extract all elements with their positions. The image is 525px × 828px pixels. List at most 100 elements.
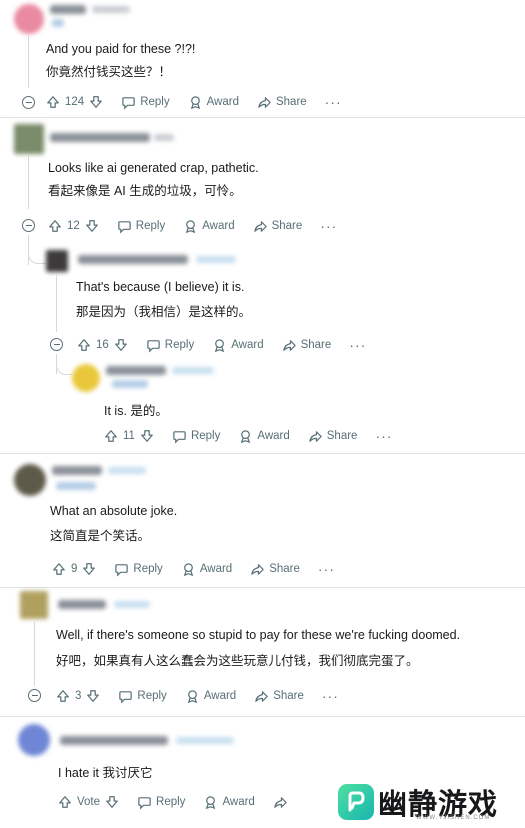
share-button[interactable] [273, 795, 288, 810]
avatar[interactable] [72, 364, 100, 392]
reply-button[interactable]: Reply [118, 689, 167, 704]
thread-connector [28, 238, 46, 264]
flair-blurred [112, 380, 148, 388]
more-options-button[interactable]: ··· [375, 428, 392, 444]
downvote-icon[interactable] [82, 562, 96, 576]
reply-button[interactable]: Reply [172, 429, 220, 444]
watermark-url: WWW.YJISREN.COM [416, 815, 491, 821]
username-blurred[interactable] [106, 366, 166, 375]
award-button[interactable]: Award [238, 429, 290, 444]
more-options-button[interactable]: ··· [349, 337, 366, 353]
share-icon [309, 430, 322, 442]
comment-text-zh: 你竟然付钱买这些？！ [46, 65, 172, 79]
vote-count: 3 [75, 690, 82, 702]
share-icon [282, 339, 296, 351]
collapse-thread-button[interactable] [22, 96, 35, 109]
comment-actions: 11 Reply Award Share ··· [104, 425, 392, 447]
avatar[interactable] [46, 250, 68, 272]
award-button[interactable]: Award [188, 95, 239, 110]
award-icon [241, 429, 251, 443]
comment-text-en: And you paid for these ?!?! [46, 42, 196, 56]
comment-text-zh: 那是因为（我相信）是这样的。 [76, 305, 252, 319]
reply-button[interactable]: Reply [137, 795, 185, 810]
downvote-icon[interactable] [86, 689, 100, 703]
upvote-icon[interactable] [58, 795, 72, 809]
downvote-icon[interactable] [105, 795, 119, 809]
share-button[interactable]: Share [308, 429, 357, 444]
avatar[interactable] [18, 724, 50, 756]
downvote-icon[interactable] [85, 219, 99, 233]
upvote-icon[interactable] [104, 429, 118, 443]
flair-blurred [56, 482, 96, 490]
more-options-button[interactable]: ··· [322, 688, 339, 704]
more-options-button[interactable]: ··· [325, 94, 342, 110]
reply-button[interactable]: Reply [121, 95, 170, 110]
comment-actions: 3 Reply Award Share ··· [56, 685, 339, 707]
upvote-icon[interactable] [52, 562, 66, 576]
reply-button[interactable]: Reply [114, 562, 163, 577]
avatar[interactable] [14, 464, 46, 496]
avatar[interactable] [20, 591, 48, 619]
vote-label: Vote [77, 796, 101, 808]
vote-controls: 3 [56, 689, 100, 703]
vote-count: 124 [65, 96, 85, 108]
username-blurred[interactable] [52, 466, 102, 475]
award-icon [185, 219, 196, 233]
comment-actions: Vote Reply Award [58, 791, 306, 813]
thread-line [34, 622, 35, 686]
comment-text-en: What an absolute joke. [50, 504, 178, 518]
upvote-icon[interactable] [46, 95, 60, 109]
username-blurred[interactable] [78, 255, 188, 264]
share-button[interactable]: Share [282, 338, 331, 353]
divider [0, 716, 525, 717]
award-button[interactable]: Award [212, 338, 264, 353]
vote-count: 16 [96, 339, 109, 351]
award-icon [206, 795, 216, 809]
share-button[interactable]: Share [257, 95, 307, 110]
flair-blurred [52, 19, 64, 27]
award-button[interactable]: Award [203, 795, 255, 810]
reply-button[interactable]: Reply [117, 219, 165, 234]
more-options-button[interactable]: ··· [320, 218, 337, 234]
collapse-thread-button[interactable] [50, 338, 63, 351]
speech-bubble-icon [122, 96, 135, 110]
upvote-icon[interactable] [48, 219, 62, 233]
upvote-icon[interactable] [77, 338, 91, 352]
more-options-button[interactable]: ··· [318, 561, 335, 577]
username-blurred[interactable] [58, 600, 106, 609]
share-button[interactable]: Share [253, 219, 302, 234]
username-blurred[interactable] [60, 736, 168, 745]
share-button[interactable]: Share [254, 689, 304, 704]
speech-bubble-icon [115, 563, 129, 577]
divider [0, 117, 525, 118]
thread-connector [56, 356, 72, 375]
divider [0, 587, 525, 588]
comment-text: It is. 是的。 [104, 404, 168, 418]
reply-button[interactable]: Reply [146, 338, 194, 353]
vote-count: 9 [71, 563, 78, 575]
comment-actions: 9 Reply Award Share ··· [52, 558, 335, 580]
award-button[interactable]: Award [181, 562, 232, 577]
award-button[interactable]: Award [183, 219, 235, 234]
collapse-thread-button[interactable] [28, 689, 41, 702]
comment-actions: 124 Reply Award Share ··· [46, 91, 342, 113]
share-button[interactable]: Share [250, 562, 300, 577]
avatar[interactable] [14, 124, 44, 154]
award-icon [187, 689, 198, 703]
collapse-thread-button[interactable] [22, 219, 35, 232]
username-blurred[interactable] [50, 133, 150, 142]
downvote-icon[interactable] [114, 338, 128, 352]
comment-text-en: Well, if there's someone so stupid to pa… [56, 628, 461, 642]
vote-count: 12 [67, 220, 80, 232]
award-button[interactable]: Award [185, 689, 236, 704]
upvote-icon[interactable] [56, 689, 70, 703]
divider [0, 453, 525, 454]
username-blurred[interactable] [50, 5, 86, 14]
downvote-icon[interactable] [89, 95, 103, 109]
share-icon [258, 96, 271, 108]
downvote-icon[interactable] [140, 429, 154, 443]
share-icon [274, 796, 287, 808]
vote-controls: 124 [46, 95, 103, 109]
avatar[interactable] [14, 4, 44, 34]
vote-controls: 12 [48, 219, 99, 233]
